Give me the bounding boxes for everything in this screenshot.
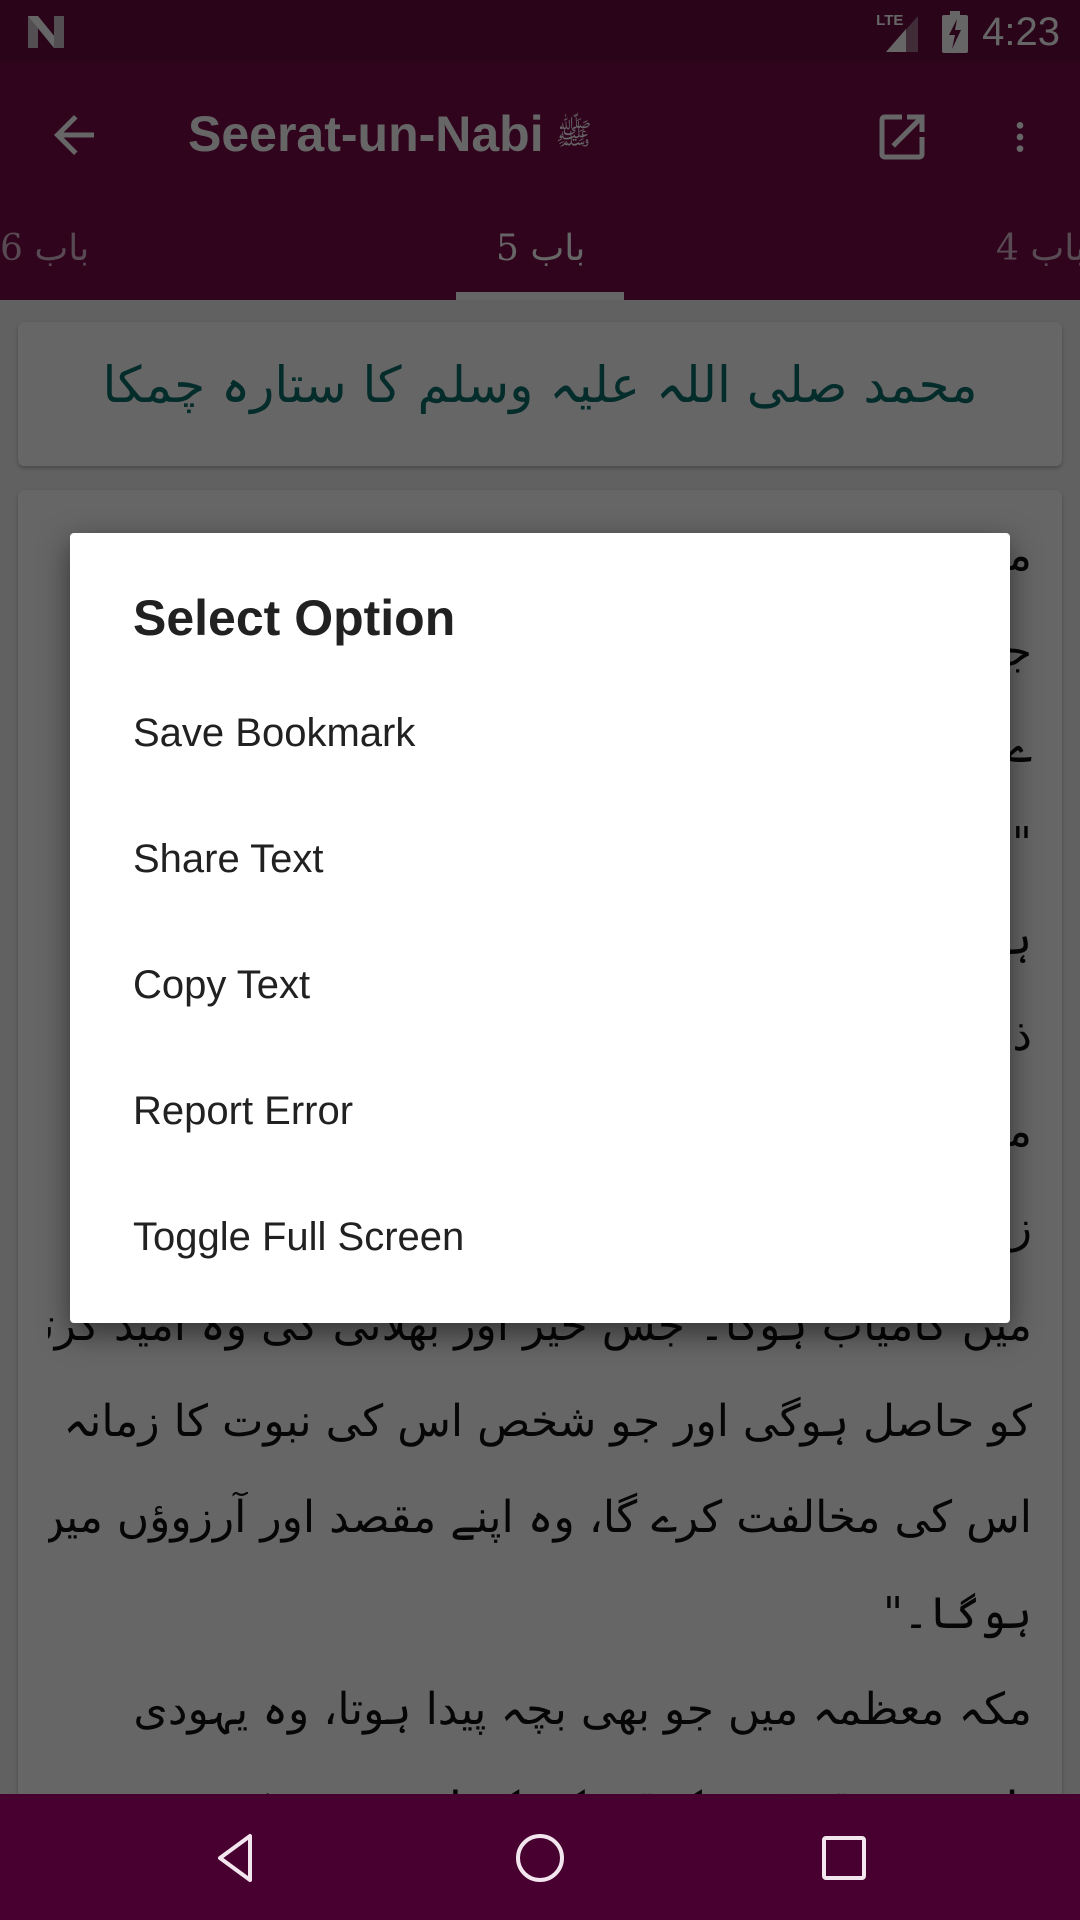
- option-share-text[interactable]: Share Text: [70, 799, 1010, 925]
- select-option-dialog: Select Option Save Bookmark Share Text C…: [70, 533, 1010, 1323]
- option-copy-text[interactable]: Copy Text: [70, 925, 1010, 1051]
- nav-home-icon[interactable]: [510, 1828, 570, 1888]
- dialog-title: Select Option: [133, 590, 456, 646]
- option-toggle-full-screen[interactable]: Toggle Full Screen: [70, 1177, 1010, 1303]
- nav-back-icon[interactable]: [206, 1828, 266, 1888]
- nav-recents-icon[interactable]: [814, 1828, 874, 1888]
- navigation-bar: [0, 1794, 1080, 1920]
- option-save-bookmark[interactable]: Save Bookmark: [70, 673, 1010, 799]
- option-report-error[interactable]: Report Error: [70, 1051, 1010, 1177]
